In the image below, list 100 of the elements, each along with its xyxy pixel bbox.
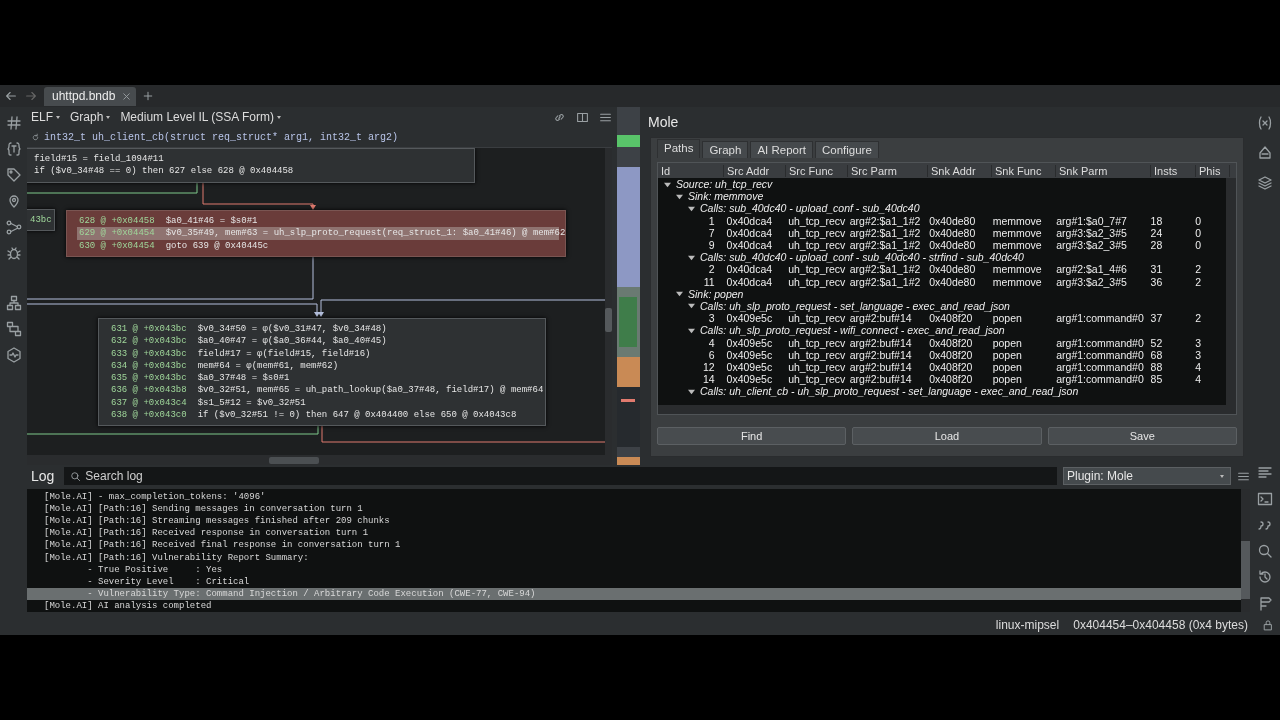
table-cell-text: 52 (1149, 336, 1164, 349)
log-line[interactable]: [Mole.AI] [Path:16] Streaming messages finished after 209 chunks (27, 515, 1241, 528)
il-instruction[interactable]: $v0_34#50 = φ($v0_31#47, $v0_34#48) (197, 323, 387, 336)
minimap-drawing[interactable] (617, 107, 640, 465)
panel-tab[interactable]: Graph (702, 141, 749, 158)
il-instruction[interactable]: mem#64 = φ(mem#61, mem#62) (197, 359, 339, 373)
log-lines-icon[interactable] (1257, 465, 1273, 481)
column-header[interactable]: Src Func (786, 164, 848, 177)
variable-icon[interactable] (1257, 115, 1273, 131)
il-instruction[interactable]: goto 639 @ 0x40445c (165, 239, 269, 252)
il-instruction[interactable]: $a0_41#46 = $s0#1 (165, 215, 258, 228)
expand-arrow-icon[interactable] (688, 302, 695, 310)
view-menu[interactable]: ELF (31, 110, 60, 124)
lock-icon[interactable] (1262, 619, 1274, 631)
column-header[interactable]: Src Parm (848, 164, 928, 177)
il-instruction[interactable]: $s1_5#12 = $v0_32#51 (197, 396, 306, 410)
column-header[interactable]: Insts (1151, 164, 1196, 177)
il-instruction[interactable]: $v0_32#51, mem#65 = uh_path_lookup($a0_37#48, field#17) @ mem#64 (197, 384, 544, 397)
tree-group-label[interactable]: Sink: memmove (688, 190, 764, 203)
selection-range: 0x404454–0x404458 (0x4 bytes) (1073, 618, 1248, 632)
tree-group-label[interactable]: Calls: uh_slp_proto_request - set_language - exec_and_read_json (700, 299, 1010, 312)
code-block[interactable] (98, 318, 546, 427)
hash-icon[interactable] (5, 115, 22, 131)
table-cell-text: 0x408f20 (928, 312, 974, 325)
plus-icon[interactable] (142, 90, 155, 102)
search-icon[interactable] (1257, 543, 1273, 559)
log-line[interactable]: [Mole.AI] [Path:16] Vulnerability Report Summary: (27, 551, 1241, 564)
panel-tab[interactable]: Configure (814, 141, 879, 158)
instruction-address: 628 @ +0x04458 (79, 215, 155, 228)
column-header[interactable]: Id (658, 164, 724, 177)
il-instruction[interactable]: if ($v0_32#51 != 0) then 647 @ 0x404400 else 650 @ 0x4043c8 (197, 409, 517, 422)
log-line[interactable]: [Mole.AI] - max_completion_tokens: '4096' (27, 491, 1241, 504)
table-cell-text: uh_tcp_recv (787, 373, 847, 386)
instruction-address: 629 @ +0x04454 (79, 227, 155, 240)
file-tab[interactable]: uhttpd.bndb (44, 86, 137, 106)
chip-icon[interactable] (5, 347, 22, 363)
action-button[interactable]: Load (852, 427, 1042, 445)
table-cell-text: 3 (707, 312, 716, 325)
split-view-icon[interactable] (576, 110, 589, 124)
braces-icon[interactable] (5, 141, 22, 157)
code-block[interactable]: 43bc (27, 209, 55, 232)
scrollbar[interactable] (658, 405, 1236, 414)
table-cell-text: arg#3:$a2_3#5 (1055, 226, 1128, 239)
hierarchy-icon[interactable] (5, 295, 22, 311)
terminal-icon[interactable] (1257, 491, 1273, 507)
column-header[interactable]: Snk Func (992, 164, 1056, 177)
il-instruction[interactable]: field#17 = φ(field#15, field#16) (197, 347, 371, 360)
tree-group-label[interactable]: Source: uh_tcp_recv (676, 178, 773, 191)
expand-arrow-icon[interactable] (688, 326, 695, 334)
tree-group-label[interactable]: Sink: popen (688, 287, 744, 300)
il-instruction[interactable]: $v0_35#49, mem#63 = uh_slp_proto_request(req_struct_1: $a0_41#46) @ mem#62 (165, 227, 566, 240)
il-instruction[interactable]: $a0_40#47 = φ($a0_36#44, $a0_40#45) (197, 335, 387, 348)
back-arrow-icon[interactable] (4, 89, 18, 103)
code-block[interactable]: 628 @ +0x04458 $a0_41#46 = $s0#1 629 @ +0x04454 $v0_35#49, mem#63 = uh_slp_proto_request(req_struct_1: $a0_41#46) @ mem#62 630 @ +0x04454 goto 639 @ 0x40445c (66, 210, 566, 257)
function-signature: int32_t uh_client_cb(struct req_struct* arg1, int32_t arg2) (44, 131, 399, 143)
action-button[interactable]: Save (1047, 427, 1237, 445)
log-line[interactable]: [Mole.AI] [Path:16] Received response in conversation turn 1 (27, 527, 1241, 540)
view-menu[interactable]: Graph (70, 110, 111, 124)
expand-arrow-icon[interactable] (688, 204, 695, 212)
log-line[interactable]: [Mole.AI] AI analysis completed (27, 599, 1241, 612)
table-cell-text: 0x40de80 (928, 239, 977, 252)
tree-group-label[interactable]: Calls: uh_slp_proto_request - wifi_connect - exec_and_read_json (700, 324, 1005, 337)
view-menu[interactable]: Medium Level IL (SSA Form) (120, 110, 281, 124)
tree-group-label[interactable]: Calls: uh_client_cb - uh_slp_proto_request - set_language - exec_and_read_json (700, 385, 1079, 398)
column-header[interactable]: Phis (1196, 164, 1230, 177)
il-instruction[interactable]: field#15 = field_1094#11 (34, 153, 164, 166)
architecture-label[interactable]: linux-mipsel (995, 618, 1060, 632)
log-line[interactable]: [Mole.AI] [Path:16] Sending messages in conversation turn 1 (27, 503, 1241, 516)
expand-arrow-icon[interactable] (676, 290, 683, 298)
log-line[interactable]: - Severity Level : Critical (27, 575, 1241, 588)
bug-icon[interactable] (5, 245, 22, 261)
expand-arrow-icon[interactable] (688, 253, 695, 261)
layers-icon[interactable] (1257, 175, 1273, 191)
expand-arrow-icon[interactable] (688, 387, 695, 395)
scrollbar[interactable] (1226, 178, 1236, 405)
expand-arrow-icon[interactable] (676, 192, 683, 200)
tree-group-label[interactable]: Calls: sub_40dc40 - upload_conf - sub_40dc40 - strfind - sub_40dc40 (700, 251, 1024, 264)
panel-tab[interactable]: AI Report (750, 141, 813, 158)
tree-group-label[interactable]: Calls: sub_40dc40 - upload_conf - sub_40dc40 (700, 202, 920, 215)
compare-icon[interactable] (5, 321, 22, 337)
close-icon[interactable] (121, 90, 133, 102)
table-cell-text: 0x408f20 (928, 348, 974, 361)
log-line[interactable]: - True Positive : Yes (27, 563, 1241, 576)
il-instruction[interactable]: $a0_37#48 = $s0#1 (197, 372, 290, 385)
code-block[interactable]: field#15 = field_1094#11 if ($v0_34#48 == 0) then 627 else 628 @ 0x404458 (27, 148, 475, 183)
column-header[interactable]: Src Addr (724, 164, 786, 177)
tag-icon[interactable] (5, 167, 22, 183)
action-button[interactable]: Find (657, 427, 847, 445)
history-icon[interactable] (1257, 569, 1273, 585)
column-header[interactable]: Snk Parm (1056, 164, 1151, 177)
column-header[interactable]: Snk Addr (928, 164, 992, 177)
expand-arrow-icon[interactable] (664, 180, 671, 188)
log-line[interactable]: [Mole.AI] [Path:16] Received final response in conversation turn 1 (27, 539, 1241, 552)
search-icon[interactable] (70, 470, 82, 482)
signpost-icon[interactable] (1257, 595, 1273, 611)
panel-tab[interactable]: Paths (657, 139, 701, 158)
il-instruction[interactable]: if ($v0_34#48 == 0) then 627 else 628 @ 0x404458 (34, 165, 294, 178)
nodes-icon[interactable] (5, 219, 22, 235)
plugin-dropdown[interactable]: Plugin: Mole (1063, 467, 1231, 486)
refresh-icon[interactable] (31, 132, 40, 142)
